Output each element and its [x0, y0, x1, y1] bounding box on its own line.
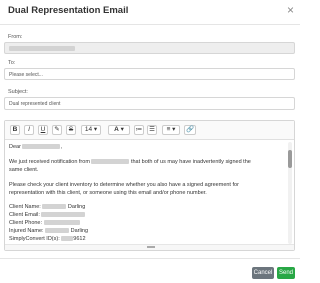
- scrollbar-thumb[interactable]: [288, 150, 292, 168]
- bold-button[interactable]: B: [10, 125, 20, 135]
- font-size-dropdown[interactable]: 14 ▾: [81, 125, 101, 135]
- to-label: To:: [8, 60, 16, 66]
- subject-value: Dual represented client: [9, 101, 61, 107]
- paragraph-notification: We just received notification from that …: [9, 159, 251, 165]
- email-body-editor: B I U ✎ S 14 ▾ A ▾ ≔ ☰ ≡ ▾ 🔗 Dear , We j…: [4, 120, 295, 251]
- dual-representation-email-dialog: Dual Representation Email × From: To: Pl…: [0, 0, 300, 282]
- client-email-line: Client Email:: [9, 212, 86, 218]
- redacted-from-address: [9, 46, 75, 51]
- subject-input[interactable]: Dual represented client: [4, 97, 295, 110]
- align-icon: ≡: [166, 126, 171, 133]
- link-icon[interactable]: 🔗: [184, 125, 196, 135]
- from-label: From:: [8, 34, 23, 40]
- ordered-list-icon[interactable]: ☰: [147, 125, 157, 135]
- dialog-title: Dual Representation Email: [8, 5, 129, 16]
- cancel-button[interactable]: Cancel: [252, 267, 274, 279]
- underline-button[interactable]: U: [38, 125, 48, 135]
- send-button[interactable]: Send: [277, 267, 295, 279]
- italic-button[interactable]: I: [24, 125, 34, 135]
- resize-grip-icon: [147, 246, 155, 248]
- to-select[interactable]: Please select...: [4, 68, 295, 80]
- text-color-icon: A: [114, 126, 119, 133]
- align-dropdown[interactable]: ≡ ▾: [162, 125, 180, 135]
- from-field: [4, 42, 295, 54]
- paragraph-notification-line2: same client.: [9, 167, 39, 173]
- chevron-down-icon: ▾: [120, 126, 124, 133]
- paragraph-inventory-line1: Please check your client inventory to de…: [9, 182, 239, 188]
- email-body-content[interactable]: Dear , We just received notification fro…: [5, 140, 287, 245]
- editor-resize-handle[interactable]: [5, 244, 294, 250]
- strikethrough-button[interactable]: S: [66, 125, 76, 135]
- to-placeholder: Please select...: [9, 72, 43, 78]
- client-name-line: Client Name: Darling: [9, 204, 86, 210]
- greeting-text: Dear ,: [9, 144, 62, 150]
- subject-label: Subject:: [8, 89, 28, 95]
- client-phone-line: Client Phone:: [9, 220, 80, 226]
- text-color-dropdown[interactable]: A ▾: [108, 125, 130, 135]
- chevron-down-icon: ▾: [93, 126, 98, 133]
- chevron-down-icon: ▾: [172, 126, 176, 133]
- injured-name-line: Injured Name: Darling: [9, 228, 89, 234]
- paragraph-inventory-line2: representation with this client, or some…: [9, 190, 207, 196]
- simplyconvert-id-line: SimplyConvert ID(s): 9612: [9, 236, 86, 242]
- close-icon[interactable]: ×: [287, 3, 294, 17]
- editor-scrollbar[interactable]: [288, 142, 292, 244]
- dialog-header: Dual Representation Email ×: [0, 0, 300, 25]
- font-size-value: 14: [84, 126, 93, 133]
- eraser-icon[interactable]: ✎: [52, 125, 62, 135]
- unordered-list-icon[interactable]: ≔: [134, 125, 144, 135]
- editor-toolbar: B I U ✎ S 14 ▾ A ▾ ≔ ☰ ≡ ▾ 🔗: [5, 121, 294, 140]
- dialog-footer: Cancel Send: [0, 258, 300, 283]
